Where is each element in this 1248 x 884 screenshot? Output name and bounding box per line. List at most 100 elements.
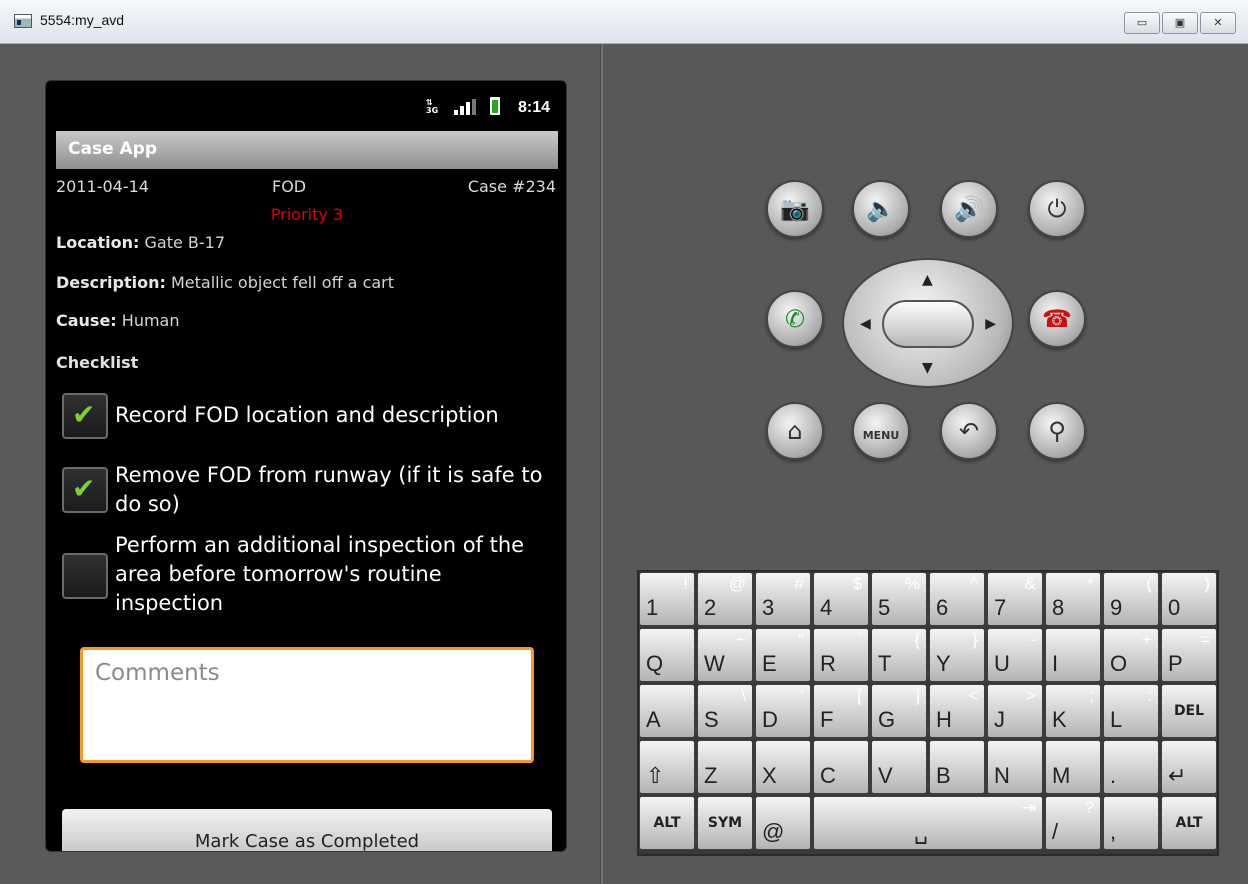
key-o[interactable]: O +	[1103, 628, 1159, 682]
window-titlebar: 5554:my_avd ▭ ▣ ✕	[0, 0, 1248, 44]
case-date: 2011-04-14	[56, 177, 149, 196]
key-r[interactable]: R `	[813, 628, 869, 682]
key-y[interactable]: Y}	[929, 628, 985, 682]
menu-button[interactable]: MENU	[852, 402, 910, 460]
key-d[interactable]: D '	[755, 684, 811, 738]
volume-up-button[interactable]: 🔊	[940, 180, 998, 238]
key-j[interactable]: J >	[987, 684, 1043, 738]
cause-label: Cause:	[56, 311, 117, 330]
key-9[interactable]: 9(	[1103, 572, 1159, 626]
key-s[interactable]: S \	[697, 684, 753, 738]
space-icon: ␣	[914, 819, 928, 844]
key-alt-left[interactable]: ALT	[639, 796, 695, 850]
key-w[interactable]: W ~	[697, 628, 753, 682]
dpad-left-icon[interactable]: ◀	[860, 316, 871, 332]
key-l[interactable]: L:	[1103, 684, 1159, 738]
enter-icon: ↵	[1168, 763, 1187, 788]
camera-icon: 📷	[780, 195, 810, 223]
key-space[interactable]: ⇥ ␣	[813, 796, 1043, 850]
key-z[interactable]: Z	[697, 740, 753, 794]
volume-up-icon: 🔊	[954, 195, 984, 223]
key-3[interactable]: 3 #	[755, 572, 811, 626]
home-icon: ⌂	[787, 417, 803, 445]
back-button[interactable]: ↶	[940, 402, 998, 460]
key-v[interactable]: V	[871, 740, 927, 794]
key-i[interactable]: I	[1045, 628, 1101, 682]
checklist-item-label-1[interactable]: Record FOD location and description	[115, 401, 555, 430]
key-f[interactable]: F[	[813, 684, 869, 738]
checklist-checkbox-2[interactable]	[62, 467, 108, 513]
key-m[interactable]: M	[1045, 740, 1101, 794]
dpad-right-icon[interactable]: ▶	[985, 316, 996, 332]
key-h[interactable]: H <	[929, 684, 985, 738]
search-button[interactable]: ⚲	[1028, 402, 1086, 460]
camera-button[interactable]: 📷	[766, 180, 824, 238]
key-5[interactable]: 5%	[871, 572, 927, 626]
key-k[interactable]: K;	[1045, 684, 1101, 738]
key-p[interactable]: P =	[1161, 628, 1217, 682]
power-icon: ⏻	[1047, 195, 1067, 223]
call-icon: ✆	[784, 305, 806, 333]
volume-down-button[interactable]: 🔈	[852, 180, 910, 238]
key-del[interactable]: DEL	[1161, 684, 1217, 738]
comments-input[interactable]	[83, 650, 531, 760]
key-t[interactable]: T{	[871, 628, 927, 682]
key-u[interactable]: U-	[987, 628, 1043, 682]
menu-label: MENU	[862, 429, 900, 442]
description-field: Description: Metallic object fell off a …	[56, 273, 394, 292]
power-button[interactable]: ⏻	[1028, 180, 1086, 238]
del-label: DEL	[1173, 703, 1205, 719]
status-bar: ⇅ 3G 8:14	[46, 81, 566, 129]
key-q[interactable]: Q	[639, 628, 695, 682]
key-1[interactable]: 1!	[639, 572, 695, 626]
location-value: Gate B-17	[144, 233, 225, 252]
home-button[interactable]: ⌂	[766, 402, 824, 460]
key-a[interactable]: A	[639, 684, 695, 738]
key-period[interactable]: .	[1103, 740, 1159, 794]
comments-field-frame	[80, 647, 534, 763]
status-time: 8:14	[517, 99, 550, 116]
key-8[interactable]: 8 *	[1045, 572, 1101, 626]
key-n[interactable]: N	[987, 740, 1043, 794]
network-3g-icon: ⇅ 3G	[426, 98, 439, 115]
case-type: FOD	[272, 177, 307, 196]
app-title-bar: Case App	[56, 131, 558, 169]
key-sym[interactable]: SYM	[697, 796, 753, 850]
battery-icon	[490, 97, 500, 115]
close-button[interactable]: ✕	[1200, 12, 1236, 34]
key-2[interactable]: 2 @	[697, 572, 753, 626]
back-icon: ↶	[958, 417, 980, 445]
key-enter[interactable]: ↵	[1161, 740, 1217, 794]
key-0[interactable]: 0)	[1161, 572, 1217, 626]
cause-value: Human	[121, 311, 180, 330]
call-button[interactable]: ✆	[766, 290, 824, 348]
end-call-button[interactable]: ☎	[1028, 290, 1086, 348]
checklist-checkbox-3[interactable]	[62, 553, 108, 599]
key-x[interactable]: X	[755, 740, 811, 794]
dpad-down-icon[interactable]: ▼	[922, 360, 933, 376]
minimize-button[interactable]: ▭	[1124, 12, 1160, 34]
checklist-item-label-2[interactable]: Remove FOD from runway (if it is safe to…	[115, 461, 555, 519]
key-6[interactable]: 6 ^	[929, 572, 985, 626]
key-comma[interactable]: ,	[1103, 796, 1159, 850]
key-shift[interactable]: ⇧	[639, 740, 695, 794]
dpad-up-icon[interactable]: ▲	[922, 272, 933, 288]
checklist-checkbox-1[interactable]	[62, 393, 108, 439]
key-at[interactable]: @	[755, 796, 811, 850]
key-e[interactable]: E "	[755, 628, 811, 682]
key-alt-right[interactable]: ALT	[1161, 796, 1217, 850]
location-field: Location: Gate B-17	[56, 233, 225, 252]
key-4[interactable]: 4 $	[813, 572, 869, 626]
key-7[interactable]: 7 &	[987, 572, 1043, 626]
key-slash[interactable]: /?	[1045, 796, 1101, 850]
search-icon: ⚲	[1048, 417, 1066, 445]
key-g[interactable]: G]	[871, 684, 927, 738]
checklist-item-label-3[interactable]: Perform an additional inspection of the …	[115, 531, 555, 618]
dpad[interactable]: ▲ ▼ ◀ ▶	[842, 258, 1014, 388]
hardware-keyboard: 1! 2 @ 3 # 4 $ 5% 6 ^ 7 & 8 * 9( 0) Q W ~ E " R `…	[637, 570, 1219, 856]
key-c[interactable]: C	[813, 740, 869, 794]
key-b[interactable]: B	[929, 740, 985, 794]
maximize-button[interactable]: ▣	[1162, 12, 1198, 34]
mark-completed-button[interactable]: Mark Case as Completed	[62, 809, 552, 851]
dpad-center-button[interactable]	[882, 300, 974, 348]
